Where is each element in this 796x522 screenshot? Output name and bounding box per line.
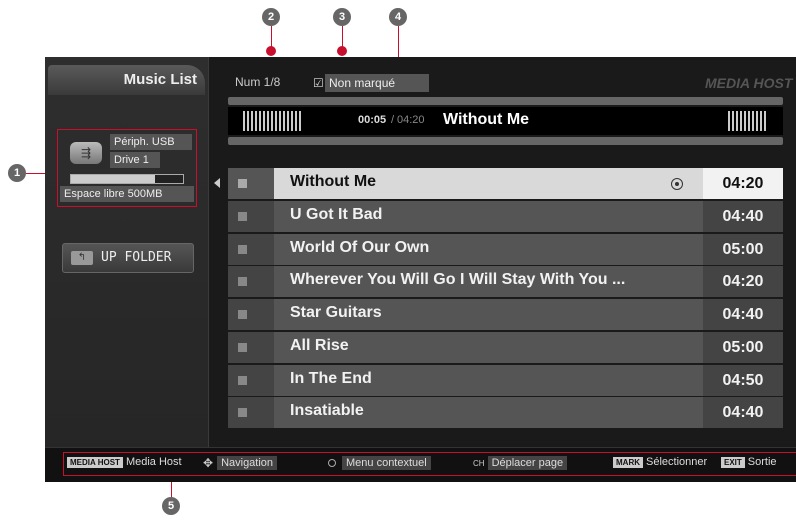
callout-marker-3: 3: [333, 8, 351, 26]
player-display: 00:05 / 04:20 Without Me: [228, 107, 783, 135]
track-row[interactable]: Wherever You Will Go I Will Stay With Yo…: [228, 266, 783, 298]
track-checkbox[interactable]: [228, 200, 274, 232]
track-checkbox[interactable]: [228, 299, 274, 330]
sidebar: Music List ⇶ Périph. USB Drive 1 Espace …: [45, 57, 209, 447]
vu-meter-left-icon: [243, 111, 303, 131]
callout-dot-3: [337, 46, 347, 56]
footer-page[interactable]: CH Déplacer page: [473, 456, 568, 470]
footer-select[interactable]: MARK Sélectionner: [613, 456, 707, 468]
track-row[interactable]: U Got It Bad 04:40: [228, 200, 783, 232]
folder-up-icon: ↰: [71, 251, 93, 265]
callout-marker-4: 4: [389, 8, 407, 26]
device-panel[interactable]: ⇶ Périph. USB Drive 1 Espace libre 500MB: [57, 129, 197, 207]
page-label: Déplacer page: [487, 456, 568, 470]
up-folder-label: UP FOLDER: [101, 250, 172, 265]
track-checkbox[interactable]: [228, 168, 274, 199]
vu-meter-right-icon: [728, 111, 768, 131]
navigation-arrows-icon: ✥: [203, 456, 214, 470]
music-list-screen: Music List ⇶ Périph. USB Drive 1 Espace …: [45, 57, 796, 482]
media-host-logo: MEDIA HOST: [705, 75, 793, 91]
storage-usage-bar: [70, 174, 184, 184]
track-title: All Rise: [290, 336, 349, 354]
exit-key-icon: EXIT: [721, 456, 745, 468]
checkbox-icon: [238, 375, 247, 385]
track-title: Without Me: [290, 173, 377, 190]
sidebar-header: Music List: [48, 65, 205, 95]
track-title: Wherever You Will Go I Will Stay With Yo…: [290, 271, 626, 289]
track-title: World Of Our Own: [290, 238, 430, 256]
mark-checkbox-icon[interactable]: ☑: [313, 76, 324, 90]
footer-navigation: ✥ Navigation: [203, 456, 278, 470]
mark-key-icon: MARK: [613, 456, 643, 468]
track-row[interactable]: In The End 04:50: [228, 364, 783, 396]
free-space-label: Espace libre 500MB: [60, 186, 194, 202]
track-checkbox[interactable]: [228, 331, 274, 363]
storage-usage-fill: [71, 175, 155, 183]
footer-exit[interactable]: EXIT Sortie: [721, 456, 777, 468]
track-checkbox[interactable]: [228, 397, 274, 429]
usb-icon: ⇶: [70, 142, 102, 164]
callout-marker-2: 2: [262, 8, 280, 26]
time-separator: /: [391, 114, 395, 126]
page-number: Num 1/8: [235, 75, 281, 89]
player-top-bar: [228, 97, 783, 105]
player-bottom-bar: [228, 137, 783, 145]
track-duration: 05:00: [703, 331, 783, 363]
ch-key-icon: CH: [473, 458, 485, 468]
menu-label: Menu contextuel: [342, 456, 431, 470]
track-list: Without Me 04:20 U Got It Bad 04:40 World Of…: [214, 168, 783, 430]
exit-label: Sortie: [747, 456, 777, 468]
track-duration: 04:20: [703, 266, 783, 298]
track-title: In The End: [290, 369, 372, 387]
track-duration: 04:40: [703, 200, 783, 232]
track-title: U Got It Bad: [290, 205, 383, 223]
select-label: Sélectionner: [646, 456, 708, 468]
track-duration: 04:40: [703, 397, 783, 429]
footer-menu[interactable]: Menu contextuel: [328, 456, 431, 470]
now-playing-bar: 00:05 / 04:20 Without Me: [228, 97, 783, 147]
checkbox-icon: [238, 244, 247, 254]
track-duration: 04:20: [703, 168, 783, 199]
track-duration: 05:00: [703, 233, 783, 265]
track-row[interactable]: Insatiable 04:40: [228, 397, 783, 429]
checkbox-icon: [238, 342, 247, 352]
callout-marker-1: 1: [8, 164, 26, 182]
menu-circle-icon: [328, 459, 336, 467]
track-row[interactable]: Star Guitars 04:40: [228, 299, 783, 330]
checkbox-icon: [238, 310, 247, 319]
track-title: Insatiable: [290, 402, 364, 420]
checkbox-icon: [238, 277, 247, 287]
track-checkbox[interactable]: [228, 233, 274, 265]
checkbox-icon: [238, 179, 247, 188]
track-row[interactable]: All Rise 05:00: [228, 331, 783, 363]
footer-help-bar: MEDIA HOST Media Host ✥ Navigation Menu co…: [45, 447, 796, 482]
callout-marker-5: 5: [162, 497, 180, 515]
track-checkbox[interactable]: [228, 266, 274, 298]
list-pointer-icon: [214, 178, 220, 188]
track-title: Star Guitars: [290, 304, 382, 321]
track-row[interactable]: Without Me 04:20: [228, 168, 783, 199]
total-time: 04:20: [397, 114, 425, 126]
media-host-label: Media Host: [125, 456, 182, 468]
track-duration: 04:50: [703, 364, 783, 396]
navigation-label: Navigation: [217, 456, 278, 470]
device-name: Périph. USB: [110, 134, 192, 150]
playing-icon: [671, 178, 683, 190]
device-drive: Drive 1: [110, 152, 160, 168]
checkbox-icon: [238, 211, 247, 221]
mark-status: Non marqué: [325, 74, 429, 92]
now-playing-title: Without Me: [443, 111, 530, 128]
callout-dot-2: [266, 46, 276, 56]
up-folder-button[interactable]: ↰ UP FOLDER: [62, 243, 194, 273]
checkbox-icon: [238, 408, 247, 418]
track-checkbox[interactable]: [228, 364, 274, 396]
track-duration: 04:40: [703, 299, 783, 330]
track-row[interactable]: World Of Our Own 05:00: [228, 233, 783, 265]
current-time: 00:05: [358, 114, 387, 126]
footer-media-host[interactable]: MEDIA HOST Media Host: [67, 456, 182, 468]
media-host-key-icon: MEDIA HOST: [67, 456, 123, 468]
sidebar-title: Music List: [123, 71, 197, 88]
